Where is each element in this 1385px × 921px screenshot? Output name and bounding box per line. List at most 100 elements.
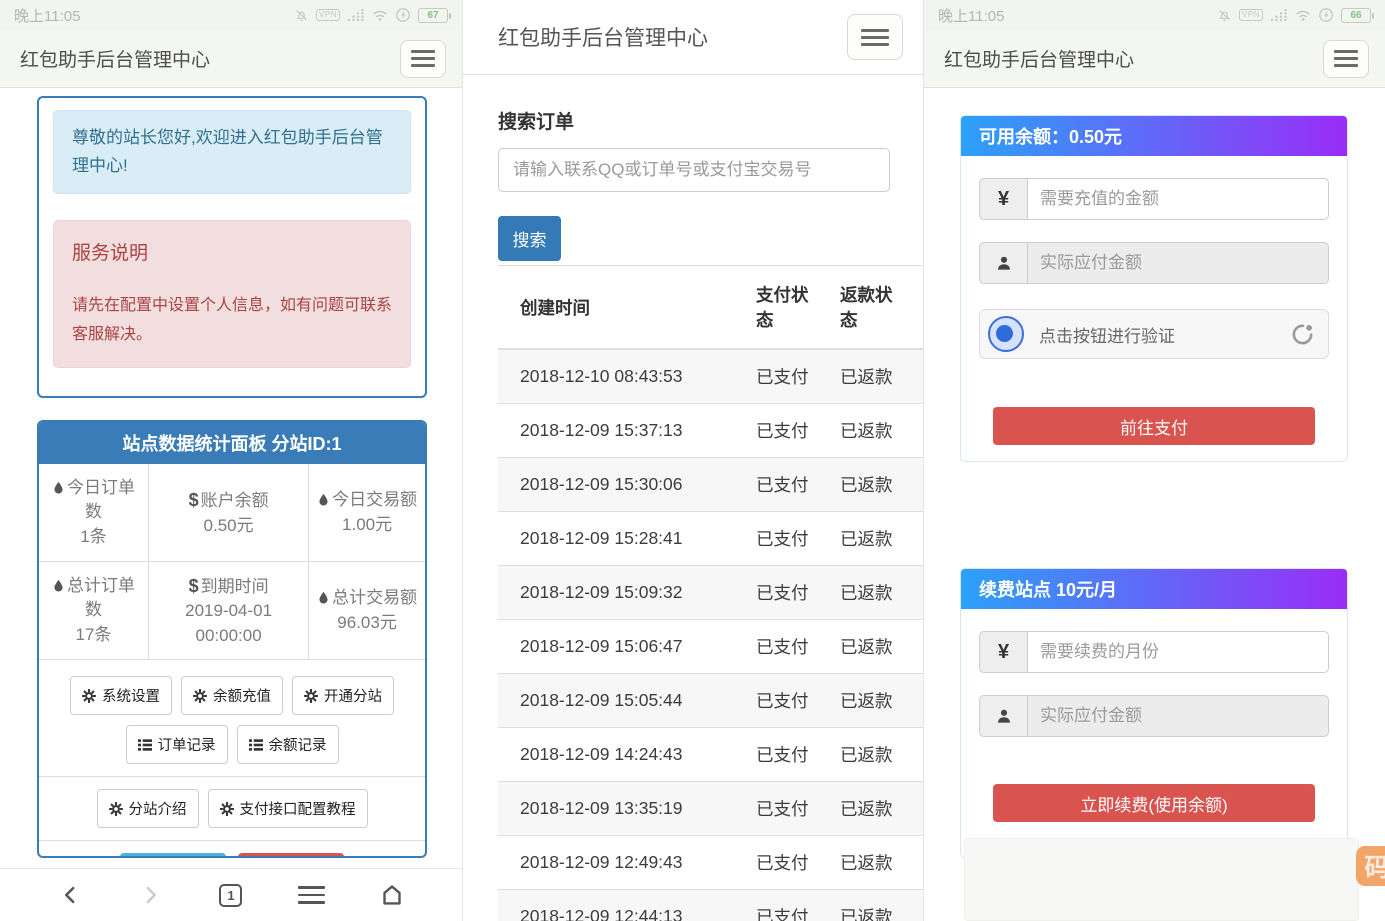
action-button-订单记录[interactable]: 订单记录 (126, 725, 228, 764)
renew-card: 续费站点 10元/月 ¥ 立即续费(使用余额) (960, 568, 1348, 858)
orders-table: 创建时间 支付状态 返款状态 操作 2018-12-10 08:43:53 已支… (498, 265, 924, 921)
renew-payable-group (979, 695, 1329, 737)
browser-tabs-button[interactable]: 1 (211, 875, 251, 915)
captcha-button-icon[interactable] (988, 316, 1024, 352)
order-created-time: 2018-12-09 15:09:32 (498, 566, 734, 620)
drop-icon (317, 490, 332, 509)
stat-cell: $今日交易额 1.00元 (309, 464, 425, 562)
order-refund-status: 已返款 (818, 458, 901, 512)
bottom-overlay-box (964, 838, 1359, 921)
user-icon (979, 695, 1027, 737)
order-created-time: 2018-12-09 15:30:06 (498, 458, 734, 512)
status-bar: 晚上11:05 VPN 67 (0, 0, 462, 30)
order-row: 2018-12-09 12:44:13 已支付 已返款 (498, 890, 924, 921)
action-button-支付接口配置教程[interactable]: 支付接口配置教程 (208, 789, 368, 828)
order-actions (901, 404, 924, 458)
stat-label: 今日订单数 (67, 478, 135, 522)
order-actions (901, 566, 924, 620)
gear-icon (109, 802, 123, 816)
order-refund-status: 已返款 (818, 349, 901, 404)
gear-icon (220, 802, 234, 816)
renew-site-header: 续费站点 10元/月 (961, 569, 1347, 609)
orders-table-wrap: 创建时间 支付状态 返款状态 操作 2018-12-10 08:43:53 已支… (498, 265, 924, 921)
order-actions (901, 620, 924, 674)
action-button-开通分站[interactable]: 开通分站 (292, 676, 394, 715)
app-header: 红包助手后台管理中心 (0, 30, 462, 88)
order-created-time: 2018-12-09 12:49:43 (498, 836, 734, 890)
order-refund-status: 已返款 (818, 674, 901, 728)
stat-cell: $总计交易额 96.03元 (309, 562, 425, 660)
order-row: 2018-12-09 14:24:43 已支付 已返款 (498, 728, 924, 782)
captcha-verify-widget[interactable]: 点击按钮进行验证 (979, 309, 1329, 359)
left-screen: 晚上11:05 VPN 67 红包助手后台管理中心 尊敬的站长您好,欢迎进入红包… (0, 0, 462, 921)
order-refund-status: 已返款 (818, 404, 901, 458)
yen-icon: ¥ (979, 631, 1027, 673)
status-time: 晚上11:05 (14, 5, 80, 26)
battery-icon: 67 (418, 8, 448, 23)
order-refund-status: 已返款 (818, 782, 901, 836)
renew-months-group: ¥ (979, 631, 1329, 673)
recharge-card: 可用余额：0.50元 ¥ 点击按钮进行验证 前往支付 (960, 115, 1348, 462)
stat-cell: $到期时间 2019-04-01 00:00:00 (149, 562, 309, 660)
recharge-amount-input[interactable] (1027, 178, 1329, 220)
action-button-余额充值[interactable]: 余额充值 (181, 676, 283, 715)
wifi-icon (372, 8, 388, 22)
hamburger-menu-button[interactable] (847, 14, 903, 60)
order-created-time: 2018-12-09 15:05:44 (498, 674, 734, 728)
action-button-系统设置[interactable]: 系统设置 (70, 676, 172, 715)
charging-icon (1318, 7, 1334, 23)
renew-months-input[interactable] (1027, 631, 1329, 673)
status-time: 晚上11:05 (938, 5, 1004, 26)
logout-button[interactable]: 退出登录 (238, 853, 344, 858)
stats-grid: $今日订单数 1条 $账户余额 0.50元 $今日交易额 1.00元 $总计订单… (39, 464, 425, 660)
welcome-alert: 尊敬的站长您好,欢迎进入红包助手后台管理中心! (53, 110, 411, 194)
vpn-icon: VPN (1239, 9, 1263, 21)
order-pay-status: 已支付 (734, 728, 818, 782)
order-refund-status: 已返款 (818, 836, 901, 890)
order-created-time: 2018-12-10 08:43:53 (498, 349, 734, 404)
right-screen: 晚上11:05 VPN 66 红包助手后台管理中心 可用余额：0.50元 ¥ (924, 0, 1385, 921)
middle-screen: 红包助手后台管理中心 搜索订单 搜索 创建时间 支付状态 返款状态 操作 (462, 0, 924, 921)
order-pay-status: 已支付 (734, 512, 818, 566)
order-search-input[interactable] (498, 148, 890, 192)
captcha-refresh-icon[interactable] (1291, 323, 1314, 346)
service-notice-alert: 服务说明 请先在配置中设置个人信息，如有问题可联系客服解决。 (53, 220, 411, 368)
hamburger-menu-button[interactable] (1323, 40, 1369, 78)
stat-label: 总计订单数 (67, 576, 135, 620)
order-row: 2018-12-09 15:30:06 已支付 已返款 (498, 458, 924, 512)
app-header: 红包助手后台管理中心 (463, 0, 923, 75)
action-button-分站介绍[interactable]: 分站介绍 (97, 789, 199, 828)
hamburger-menu-button[interactable] (400, 40, 446, 78)
action-button-余额记录[interactable]: 余额记录 (237, 725, 339, 764)
renew-now-button[interactable]: 立即续费(使用余额) (993, 784, 1315, 822)
order-actions (901, 349, 924, 404)
drop-icon (52, 478, 67, 497)
table-header-row: 创建时间 支付状态 返款状态 操作 (498, 266, 924, 350)
order-pay-status: 已支付 (734, 404, 818, 458)
browser-forward-button[interactable] (131, 875, 171, 915)
recharge-amount-group: ¥ (979, 178, 1329, 220)
browser-back-button[interactable] (50, 875, 90, 915)
search-button[interactable]: 搜索 (498, 216, 561, 261)
recharge-payable-group (979, 242, 1329, 284)
browser-menu-button[interactable] (291, 875, 331, 915)
wifi-icon (1295, 8, 1311, 22)
order-row: 2018-12-09 13:35:19 已支付 已返款 (498, 782, 924, 836)
order-row: 2018-12-09 15:09:32 已支付 已返款 (498, 566, 924, 620)
status-bar: 晚上11:05 VPN 66 (924, 0, 1385, 30)
order-created-time: 2018-12-09 14:24:43 (498, 728, 734, 782)
order-refund-status: 已返款 (818, 620, 901, 674)
browser-home-button[interactable] (372, 875, 412, 915)
gear-icon (82, 689, 96, 703)
stats-card-header: 站点数据统计面板 分站ID:1 (39, 422, 425, 464)
order-row: 2018-12-09 15:37:13 已支付 已返款 (498, 404, 924, 458)
order-row: 2018-12-09 12:49:43 已支付 已返款 (498, 836, 924, 890)
order-pay-status: 已支付 (734, 782, 818, 836)
order-actions (901, 458, 924, 512)
site-home-button[interactable]: 网站首页 (120, 853, 226, 858)
stat-cell: $账户余额 0.50元 (149, 464, 309, 562)
go-to-pay-button[interactable]: 前往支付 (993, 407, 1315, 445)
order-created-time: 2018-12-09 12:44:13 (498, 890, 734, 921)
stat-value: 17条 (45, 623, 142, 648)
search-orders-title: 搜索订单 (498, 107, 888, 134)
